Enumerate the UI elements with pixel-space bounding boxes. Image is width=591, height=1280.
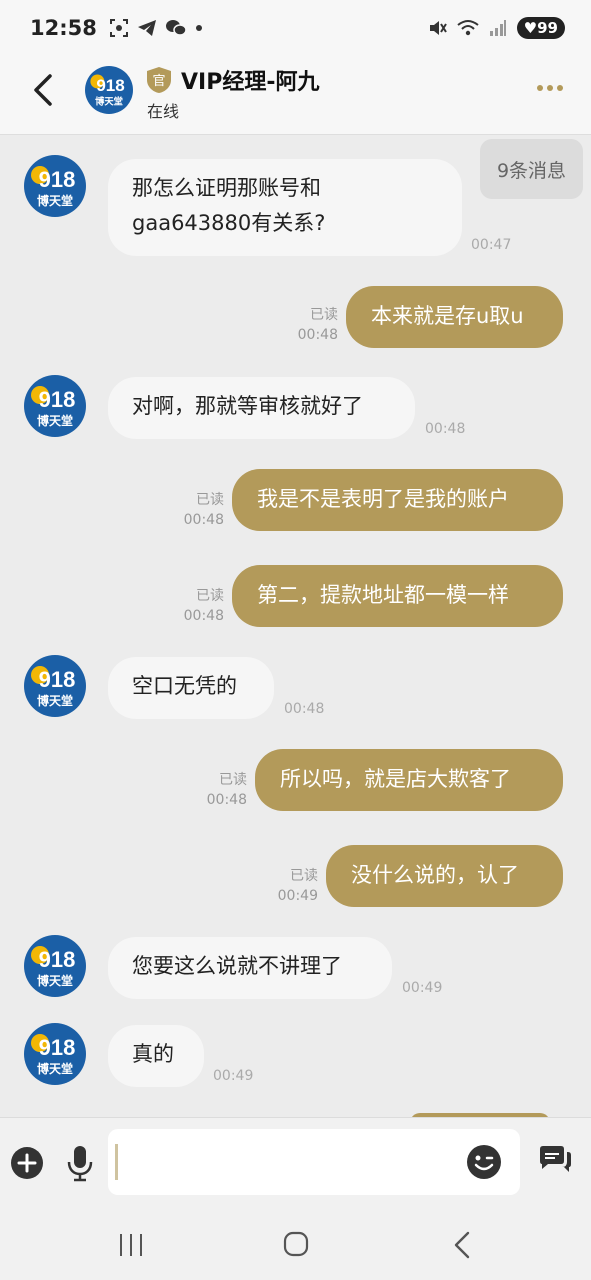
message-list[interactable]: 9条消息 918 博天堂 那怎么证明那账号和 gaa643880有关系? 00:… [0,135,591,1123]
quick-reply-icon[interactable] [537,1145,573,1179]
svg-text:918: 918 [39,387,76,412]
system-nav-bar [0,1205,591,1280]
message-time: 00:49 [402,980,443,996]
svg-text:博天堂: 博天堂 [37,693,73,708]
composer-bar [0,1117,591,1206]
message-time: 00:48 [284,701,325,717]
message-bubble-incoming[interactable]: 对啊，那就等审核就好了 [108,377,415,439]
message-bubble-outgoing[interactable]: 本来就是存u取u [346,286,563,348]
message-bubble-incoming[interactable]: 空口无凭的 [108,657,274,719]
system-icons: ♥99 [427,17,565,39]
page-title: VIP经理-阿九 [181,70,320,95]
message-time: 00:49 [213,1068,254,1084]
svg-text:博天堂: 博天堂 [37,1061,73,1076]
svg-text:918: 918 [39,1035,76,1060]
signal-icon [489,20,506,36]
svg-text:博天堂: 博天堂 [95,96,123,108]
svg-text:918: 918 [39,667,76,692]
message-bubble-outgoing[interactable]: 第二，提款地址都一模一样 [232,565,563,627]
status-time: 12:58 [30,16,97,40]
status-bar: 12:58 ♥99 [0,0,591,56]
read-receipt: 已读 00:48 [297,307,338,343]
official-badge: 官 [147,67,171,93]
message-bubble-outgoing[interactable]: 所以吗，就是店大欺客了 [255,749,563,811]
svg-text:918: 918 [39,167,76,192]
battery-icon: ♥99 [516,17,565,39]
sender-avatar[interactable]: 918 博天堂 [24,1023,86,1085]
read-receipt: 已读 00:49 [277,868,318,904]
emoji-icon[interactable] [466,1144,502,1180]
svg-text:官: 官 [152,73,165,89]
more-options-icon[interactable] [536,82,564,94]
message-bubble-incoming[interactable]: 那怎么证明那账号和 gaa643880有关系? [108,159,462,256]
message-text-line: gaa643880有关系? [132,211,326,235]
sender-avatar[interactable]: 918 博天堂 [24,375,86,437]
plus-icon[interactable] [10,1146,44,1180]
title-row: 官 VIP经理-阿九 [145,64,319,96]
chat-header: 918 博天堂 官 VIP经理-阿九 在线 [0,56,591,135]
sender-avatar[interactable]: 918 博天堂 [24,935,86,997]
message-bubble-incoming[interactable]: 真的 [108,1025,204,1087]
back-arrow-icon[interactable] [26,72,62,108]
message-time: 00:47 [471,237,512,253]
sender-avatar[interactable]: 918 博天堂 [24,655,86,717]
mute-icon [429,21,447,35]
message-text-line: 那怎么证明那账号和 [132,176,321,200]
text-cursor [115,1144,118,1180]
online-status: 在线 [147,102,180,121]
svg-text:918: 918 [39,947,76,972]
message-bubble-outgoing[interactable]: 我是不是表明了是我的账户 [232,469,563,531]
nav-back-icon[interactable] [452,1231,472,1259]
svg-text:博天堂: 博天堂 [37,973,73,988]
wifi-icon [457,20,479,36]
microphone-icon[interactable] [66,1144,94,1182]
contact-avatar[interactable]: 918 博天堂 [85,66,133,114]
notification-icons [109,18,203,38]
message-bubble-incoming[interactable]: 您要这么说就不讲理了 [108,937,392,999]
svg-text:博天堂: 博天堂 [37,193,73,208]
dot-icon [195,25,202,31]
svg-text:博天堂: 博天堂 [37,413,73,428]
read-receipt: 已读 00:48 [183,492,224,528]
sender-avatar[interactable]: 918 博天堂 [24,155,86,217]
message-time: 00:48 [425,421,466,437]
svg-text:918: 918 [96,76,124,95]
message-bubble-outgoing[interactable]: 没什么说的，认了 [326,845,563,907]
read-receipt: 已读 00:48 [206,772,247,808]
read-receipt: 已读 00:48 [183,588,224,624]
battery-level: 99 [537,19,558,37]
message-input[interactable] [108,1129,520,1195]
screenshot-icon [109,19,128,37]
home-icon[interactable] [283,1231,309,1257]
unread-messages-badge[interactable]: 9条消息 [480,139,583,199]
wechat-icon [165,20,187,36]
telegram-icon [137,20,156,36]
recent-apps-icon[interactable] [118,1233,144,1257]
